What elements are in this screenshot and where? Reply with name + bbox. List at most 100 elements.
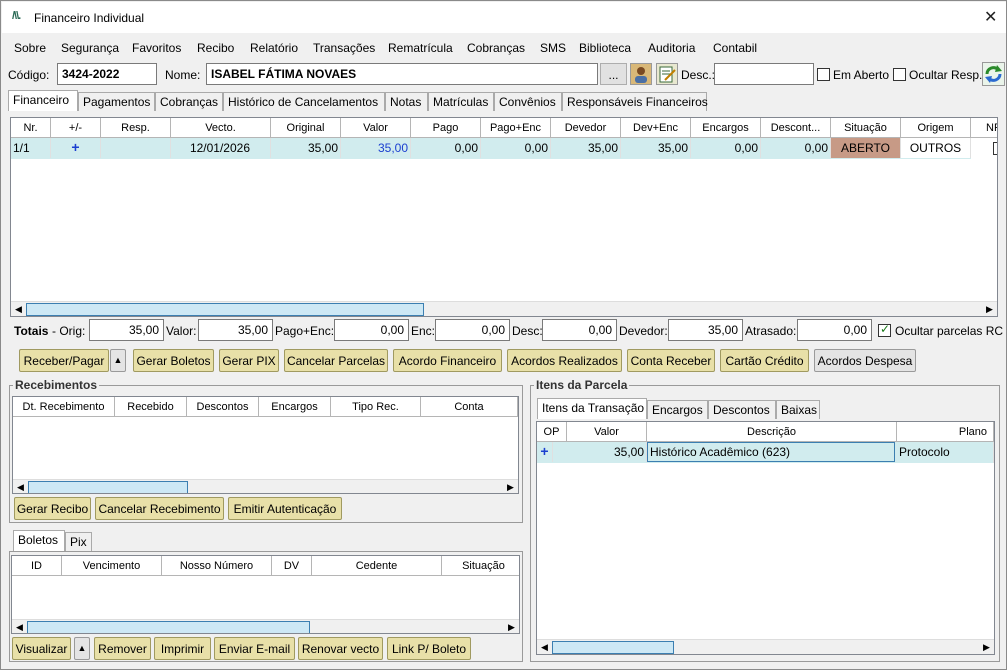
tab-responsaveis-financeiros[interactable]: Responsáveis Financeiros: [562, 92, 708, 111]
cancelar-recebimento-button[interactable]: Cancelar Recebimento: [95, 497, 224, 520]
parcelas-grid[interactable]: Nr. +/- Resp. Vecto. Original Valor Pago…: [10, 117, 998, 317]
atrasado-field[interactable]: 0,00: [797, 319, 872, 341]
scroll-right-icon[interactable]: ▶: [504, 620, 519, 633]
scroll-left-icon[interactable]: ◀: [537, 640, 552, 654]
col-op[interactable]: OP: [537, 422, 567, 442]
menu-rematricula[interactable]: Rematrícula: [388, 41, 453, 55]
col-devedor[interactable]: Devedor: [551, 118, 621, 138]
menu-cobrancas[interactable]: Cobranças: [467, 41, 525, 55]
col-desconto[interactable]: Descont...: [761, 118, 831, 138]
menu-seguranca[interactable]: Segurança: [61, 41, 119, 55]
acordo-financeiro-button[interactable]: Acordo Financeiro: [393, 349, 502, 372]
remover-button[interactable]: Remover: [94, 637, 151, 660]
col-nosso-numero[interactable]: Nosso Número: [162, 556, 272, 576]
col-valor-item[interactable]: Valor: [567, 422, 647, 442]
expand-plus-icon[interactable]: +: [51, 138, 101, 158]
visualizar-button[interactable]: Visualizar: [12, 637, 71, 660]
tab-encargos[interactable]: Encargos: [647, 400, 708, 419]
tab-descontos[interactable]: Descontos: [708, 400, 776, 419]
tab-financeiro[interactable]: Financeiro: [8, 90, 78, 111]
recebimentos-grid[interactable]: Dt. Recebimento Recebido Descontos Encar…: [12, 396, 519, 494]
codigo-field[interactable]: 3424-2022: [57, 63, 157, 85]
tab-convenios[interactable]: Convênios: [494, 92, 562, 111]
acordos-despesa-button[interactable]: Acordos Despesa: [814, 349, 916, 372]
boletos-hscroll[interactable]: ◀ ▶: [12, 619, 519, 633]
pago-enc-field[interactable]: 0,00: [334, 319, 409, 341]
table-row[interactable]: 1/1 + 12/01/2026 35,00 35,00 0,00 0,00 3…: [11, 138, 971, 159]
visualizar-dropdown-icon[interactable]: ▲: [74, 637, 90, 660]
col-situacao[interactable]: Situação: [831, 118, 901, 138]
col-vencimento[interactable]: Vencimento: [62, 556, 162, 576]
ocultar-parcelas-checkbox[interactable]: [878, 322, 891, 337]
menu-sobre[interactable]: Sobre: [14, 41, 46, 55]
tab-boletos[interactable]: Boletos: [13, 530, 65, 551]
scroll-left-icon[interactable]: ◀: [11, 302, 26, 316]
devedor-field[interactable]: 35,00: [668, 319, 743, 341]
enviar-email-button[interactable]: Enviar E-mail: [214, 637, 295, 660]
tab-pagamentos[interactable]: Pagamentos: [78, 92, 155, 111]
renovar-vecto-button[interactable]: Renovar vecto: [298, 637, 383, 660]
itens-hscroll[interactable]: ◀ ▶: [537, 639, 994, 654]
gerar-pix-button[interactable]: Gerar PIX: [219, 349, 279, 372]
col-descricao[interactable]: Descrição: [647, 422, 897, 442]
scroll-left-icon[interactable]: ◀: [12, 620, 27, 633]
menu-auditoria[interactable]: Auditoria: [648, 41, 695, 55]
scroll-right-icon[interactable]: ▶: [979, 640, 994, 654]
recebimentos-hscroll[interactable]: ◀ ▶: [13, 479, 518, 493]
itens-grid[interactable]: OP Valor Descrição Plano + 35,00 Históri…: [536, 421, 995, 655]
receber-dropdown-icon[interactable]: ▲: [110, 349, 126, 372]
close-icon[interactable]: ✕: [984, 7, 997, 27]
tab-pix[interactable]: Pix: [65, 532, 92, 551]
col-nf[interactable]: NF: [971, 118, 997, 138]
menu-recibo[interactable]: Recibo: [197, 41, 234, 55]
scroll-thumb[interactable]: [552, 641, 674, 654]
search-student-button[interactable]: ...: [600, 63, 627, 85]
col-origem[interactable]: Origem: [901, 118, 971, 138]
enc-field[interactable]: 0,00: [435, 319, 510, 341]
student-photo-icon[interactable]: [630, 63, 652, 85]
col-valor[interactable]: Valor: [341, 118, 411, 138]
desc-total-field[interactable]: 0,00: [542, 319, 617, 341]
col-situacao-boleto[interactable]: Situação: [442, 556, 519, 576]
receber-pagar-button[interactable]: Receber/Pagar: [19, 349, 109, 372]
menu-sms[interactable]: SMS: [540, 41, 566, 55]
col-encargos-rec[interactable]: Encargos: [259, 397, 331, 417]
gerar-boletos-button[interactable]: Gerar Boletos: [133, 349, 214, 372]
edit-notes-icon[interactable]: [656, 63, 678, 85]
cancelar-parcelas-button[interactable]: Cancelar Parcelas: [284, 349, 388, 372]
orig-field[interactable]: 35,00: [89, 319, 164, 341]
scroll-thumb[interactable]: [28, 481, 188, 493]
col-nr[interactable]: Nr.: [11, 118, 51, 138]
col-dev-enc[interactable]: Dev+Enc: [621, 118, 691, 138]
col-resp[interactable]: Resp.: [101, 118, 171, 138]
cartao-credito-button[interactable]: Cartão Crédito: [720, 349, 809, 372]
scroll-right-icon[interactable]: ▶: [982, 302, 997, 316]
tab-notas[interactable]: Notas: [385, 92, 428, 111]
acordos-realizados-button[interactable]: Acordos Realizados: [507, 349, 622, 372]
col-recebido[interactable]: Recebido: [115, 397, 187, 417]
table-row[interactable]: + 35,00 Histórico Acadêmico (623): [537, 442, 897, 463]
scroll-thumb[interactable]: [26, 303, 424, 316]
tab-historico-cancelamentos[interactable]: Histórico de Cancelamentos: [223, 92, 385, 111]
col-pago-enc[interactable]: Pago+Enc: [481, 118, 551, 138]
conta-receber-button[interactable]: Conta Receber: [627, 349, 715, 372]
col-dt-recebimento[interactable]: Dt. Recebimento: [13, 397, 115, 417]
imprimir-button[interactable]: Imprimir: [154, 637, 211, 660]
col-plano[interactable]: Plano: [897, 422, 994, 442]
tab-matriculas[interactable]: Matrículas: [428, 92, 494, 111]
ocultar-resp-checkbox[interactable]: [893, 68, 906, 81]
em-aberto-checkbox[interactable]: [817, 68, 830, 81]
parcelas-hscroll[interactable]: ◀ ▶: [11, 301, 997, 316]
boletos-grid[interactable]: ID Vencimento Nosso Número DV Cedente Si…: [11, 555, 520, 634]
col-tipo-rec[interactable]: Tipo Rec.: [331, 397, 421, 417]
menu-relatorio[interactable]: Relatório: [250, 41, 298, 55]
col-encargos[interactable]: Encargos: [691, 118, 761, 138]
menu-transacoes[interactable]: Transações: [313, 41, 375, 55]
menu-biblioteca[interactable]: Biblioteca: [579, 41, 631, 55]
col-original[interactable]: Original: [271, 118, 341, 138]
valor-field[interactable]: 35,00: [198, 319, 273, 341]
col-pago[interactable]: Pago: [411, 118, 481, 138]
col-vecto[interactable]: Vecto.: [171, 118, 271, 138]
scroll-right-icon[interactable]: ▶: [503, 480, 518, 493]
desc-field[interactable]: [714, 63, 814, 85]
